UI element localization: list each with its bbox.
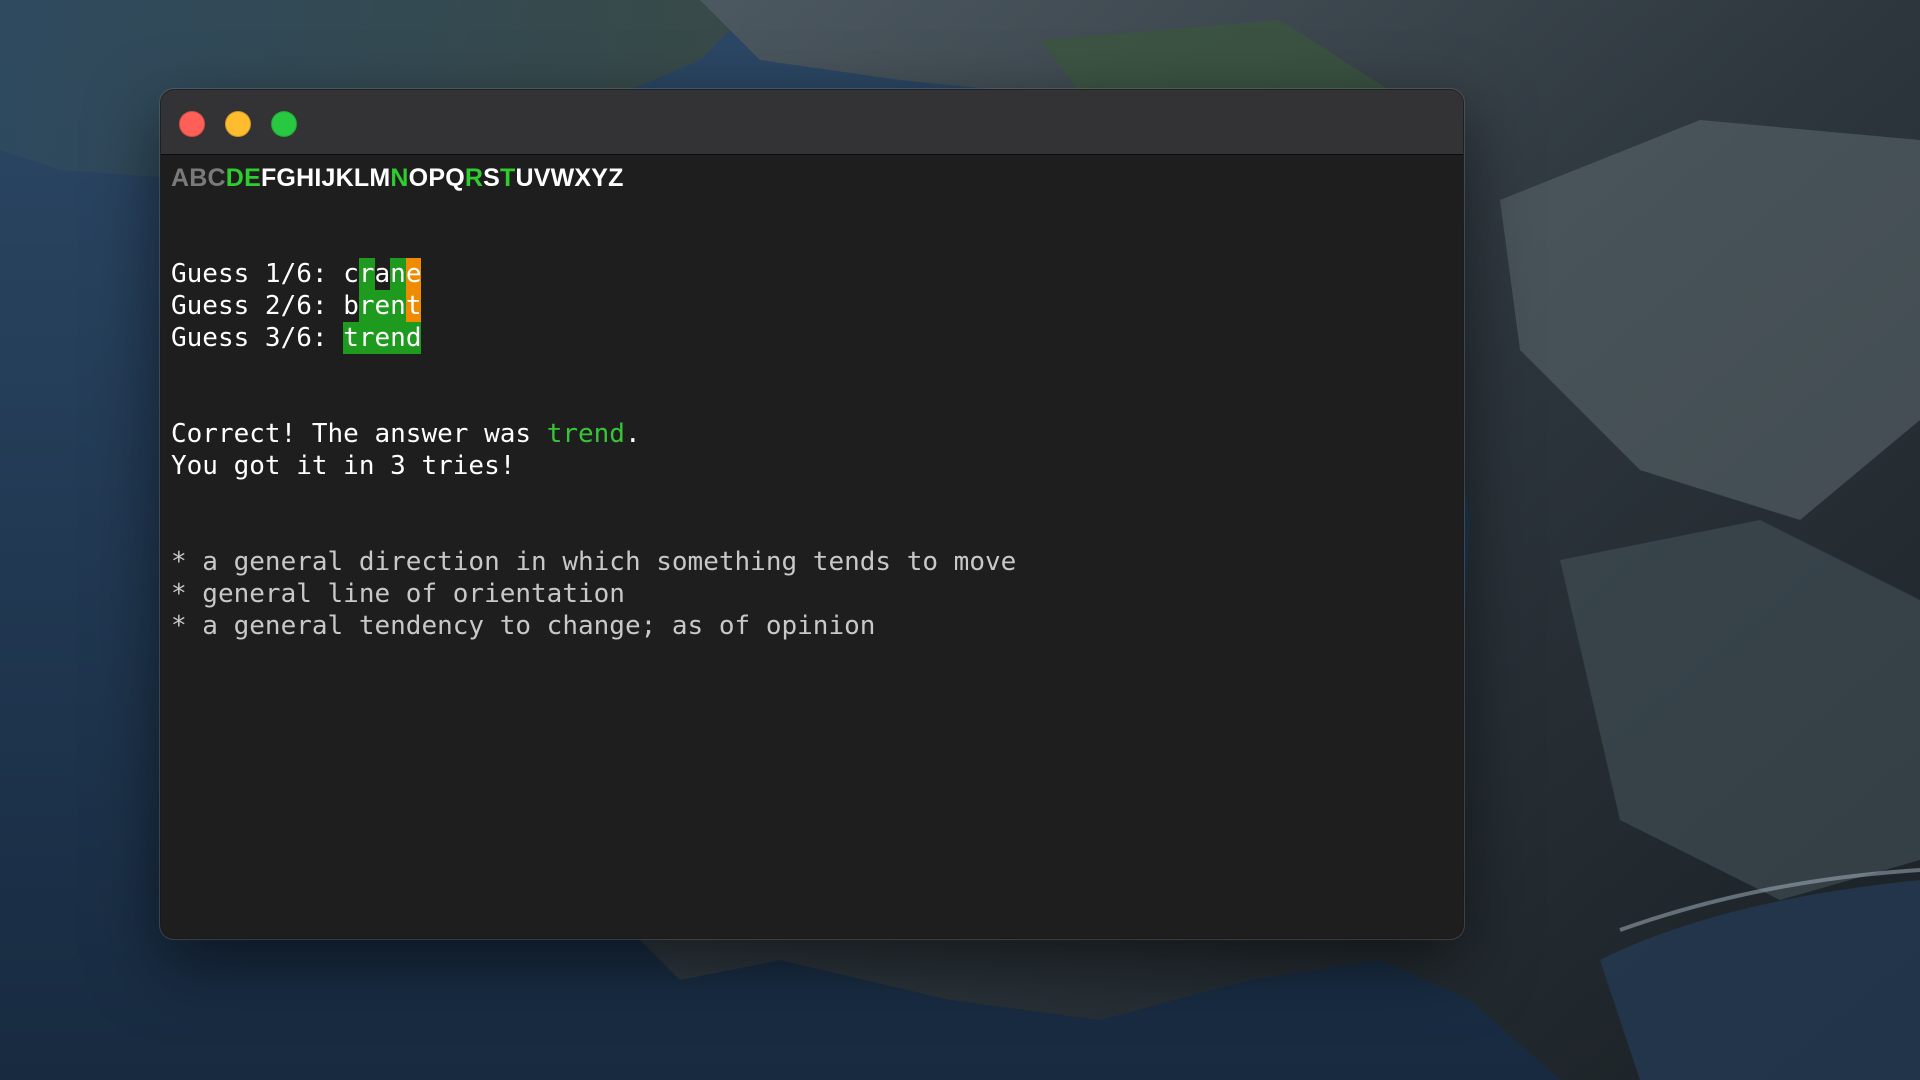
definition-line: * a general tendency to change; as of op…: [171, 611, 876, 641]
guess-letter-tile: t: [405, 290, 422, 322]
guess-letter-tile: n: [390, 322, 406, 354]
alphabet-letter: A: [171, 164, 190, 192]
alphabet-letter: Z: [608, 164, 624, 192]
guess-letter-tile: n: [390, 258, 406, 290]
terminal-window: ABCDEFGHIJKLMNOPQRSTUVWXYZ Guess 1/6: cr…: [161, 90, 1463, 938]
zoom-button[interactable]: [271, 111, 297, 137]
guess-letter-tile: d: [405, 322, 422, 354]
guess-label: Guess 3/6:: [171, 323, 344, 353]
close-button[interactable]: [179, 111, 205, 137]
alphabet-letter: X: [574, 164, 592, 192]
window-titlebar[interactable]: [161, 90, 1463, 155]
letter-status-alphabet: ABCDEFGHIJKLMNOPQRSTUVWXYZ: [171, 162, 1453, 194]
guess-letter-tile: n: [390, 290, 406, 322]
guess-letter-tile: r: [358, 258, 375, 290]
answer-word: trend: [546, 419, 625, 449]
minimize-button[interactable]: [225, 111, 251, 137]
alphabet-letter: N: [390, 164, 409, 192]
alphabet-letter: S: [483, 164, 500, 192]
alphabet-letter: F: [260, 164, 277, 192]
guess-letter-tile: e: [374, 290, 391, 322]
guess-letter-tile: r: [358, 290, 375, 322]
alphabet-letter: K: [335, 164, 354, 192]
guess-row: Guess 2/6: brent: [171, 290, 1453, 322]
alphabet-letter: W: [550, 164, 575, 192]
guess-list: Guess 1/6: crane Guess 2/6: brent Guess 3/…: [171, 258, 1453, 354]
tries-line: You got it in 3 tries!: [171, 451, 516, 481]
alphabet-letter: L: [353, 164, 370, 192]
guess-letter-tile: t: [343, 322, 359, 354]
guess-label: Guess 1/6:: [171, 259, 344, 289]
alphabet-letter: V: [533, 164, 551, 192]
result-prefix: Correct! The answer was: [171, 419, 547, 449]
result-line: Correct! The answer was trend.: [171, 418, 1453, 450]
guess-letter-tile: c: [343, 259, 359, 289]
guess-letter-tile: e: [405, 258, 422, 290]
definition-list: * a general direction in which something…: [171, 546, 1453, 642]
alphabet-letter: Y: [591, 164, 609, 192]
alphabet-letter: R: [464, 164, 484, 192]
definition-line: * general line of orientation: [171, 579, 625, 609]
guess-letter-tile: r: [358, 322, 375, 354]
guess-row: Guess 3/6: trend: [171, 322, 1453, 354]
guess-row: Guess 1/6: crane: [171, 258, 1453, 290]
alphabet-letter: H: [296, 164, 315, 192]
guess-label: Guess 2/6:: [171, 291, 344, 321]
alphabet-letter: T: [499, 164, 516, 192]
guess-letter-tile: a: [374, 259, 391, 289]
definition-line: * a general direction in which something…: [171, 547, 1017, 577]
alphabet-letter: P: [428, 164, 446, 192]
alphabet-letter: M: [369, 164, 391, 192]
alphabet-letter: C: [207, 164, 226, 192]
result-suffix: .: [624, 419, 641, 449]
alphabet-letter: D: [225, 164, 245, 192]
alphabet-letter: Q: [445, 164, 465, 192]
terminal-output[interactable]: ABCDEFGHIJKLMNOPQRSTUVWXYZ Guess 1/6: cr…: [171, 154, 1453, 938]
alphabet-letter: I: [314, 164, 322, 192]
guess-letter-tile: e: [374, 322, 391, 354]
guess-letter-tile: b: [343, 291, 359, 321]
alphabet-letter: O: [408, 164, 429, 192]
alphabet-letter: E: [244, 164, 261, 192]
alphabet-letter: J: [321, 164, 336, 192]
alphabet-letter: U: [515, 164, 534, 192]
alphabet-letter: G: [276, 164, 297, 192]
alphabet-letter: B: [189, 164, 208, 192]
